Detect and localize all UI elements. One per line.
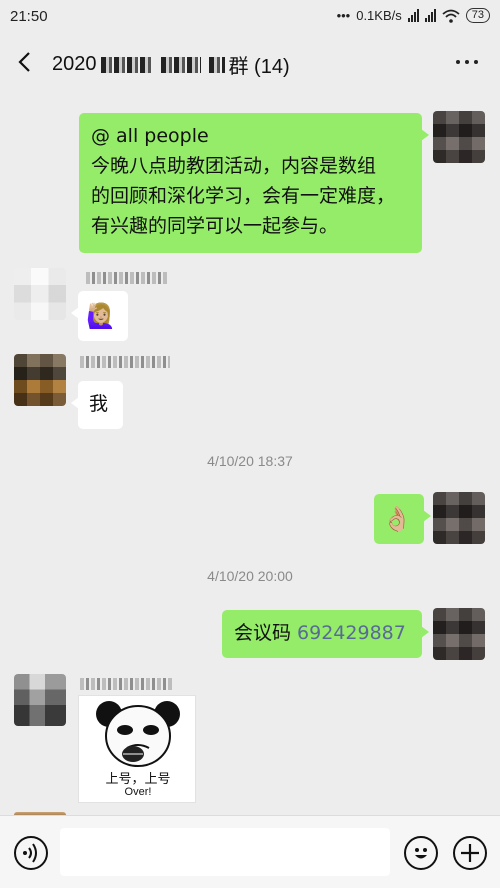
timestamp: 4/10/20 18:37 (207, 453, 293, 469)
back-arrow-icon[interactable] (14, 51, 36, 73)
status-right: ••• 0.1KB/s 73 (337, 8, 490, 23)
network-speed: 0.1KB/s (356, 8, 402, 23)
input-bar (0, 815, 500, 888)
message-line: 的回顾和深化学习，会有一定难度， (91, 185, 396, 207)
sender-avatar[interactable] (14, 354, 66, 406)
outgoing-message-bubble[interactable]: 👌🏼 (374, 494, 431, 544)
signal-icon-2 (424, 9, 436, 22)
panda-face-image (96, 701, 180, 767)
outgoing-message-bubble[interactable]: 会议码 692429887 (222, 610, 429, 658)
voice-icon[interactable] (14, 836, 48, 870)
my-avatar[interactable] (433, 492, 485, 544)
timestamp: 4/10/20 20:00 (207, 568, 293, 584)
sender-avatar[interactable] (14, 674, 66, 726)
smiley-face-icon (415, 848, 427, 859)
message-line: 有兴趣的同学可以一起参与。 (91, 215, 339, 237)
chat-title-prefix: 2020 (52, 53, 97, 75)
sender-avatar[interactable] (14, 268, 66, 320)
redacted-name-1 (100, 56, 153, 73)
plus-sign-icon (461, 844, 479, 862)
meeting-code-link[interactable]: 692429887 (297, 622, 406, 644)
sticker-caption-sub: Over! (124, 786, 152, 798)
voice-waves-icon (23, 843, 37, 863)
message-line: 今晚八点助教团活动，内容是数组 (91, 155, 377, 177)
plus-icon[interactable] (453, 836, 487, 870)
raising-hand-emoji: 🙋🏼‍♀️ (86, 302, 116, 330)
message-text: @ all people 今晚八点助教团活动，内容是数组 的回顾和深化学习，会有… (91, 121, 410, 241)
notification-dots-icon: ••• (336, 8, 351, 23)
message-text: 我 (89, 393, 109, 415)
outgoing-message-bubble[interactable]: @ all people 今晚八点助教团活动，内容是数组 的回顾和深化学习，会有… (79, 113, 429, 253)
ok-hand-emoji: 👌🏼 (382, 505, 412, 533)
status-time: 21:50 (10, 8, 48, 25)
status-bar: 21:50 ••• 0.1KB/s 73 (0, 0, 500, 34)
message-line: @ all people (91, 125, 209, 147)
signal-icon (407, 9, 419, 22)
emoji-icon[interactable] (404, 836, 438, 870)
wifi-icon (442, 9, 460, 23)
sender-name (80, 356, 170, 368)
sticker-caption: 上号，上号 (105, 772, 171, 787)
redacted-name-2 (160, 56, 201, 73)
battery-indicator: 73 (465, 8, 490, 23)
incoming-message-bubble[interactable]: 🙋🏼‍♀️ (71, 291, 128, 341)
chat-title: 2020 群 (14) (52, 50, 290, 79)
my-avatar[interactable] (433, 111, 485, 163)
sender-name (80, 678, 172, 690)
message-input[interactable] (60, 828, 390, 876)
panda-sticker[interactable]: 上号，上号 Over! (78, 695, 196, 803)
incoming-message-bubble[interactable]: 我 (71, 381, 123, 429)
sender-name (86, 272, 168, 284)
my-avatar[interactable] (433, 608, 485, 660)
redacted-name-3 (208, 56, 225, 73)
chat-title-suffix: 群 (14) (228, 56, 290, 78)
more-dots-icon[interactable] (456, 60, 478, 64)
message-text: 会议码 (234, 622, 298, 644)
chat-header: 2020 群 (14) (0, 34, 500, 92)
